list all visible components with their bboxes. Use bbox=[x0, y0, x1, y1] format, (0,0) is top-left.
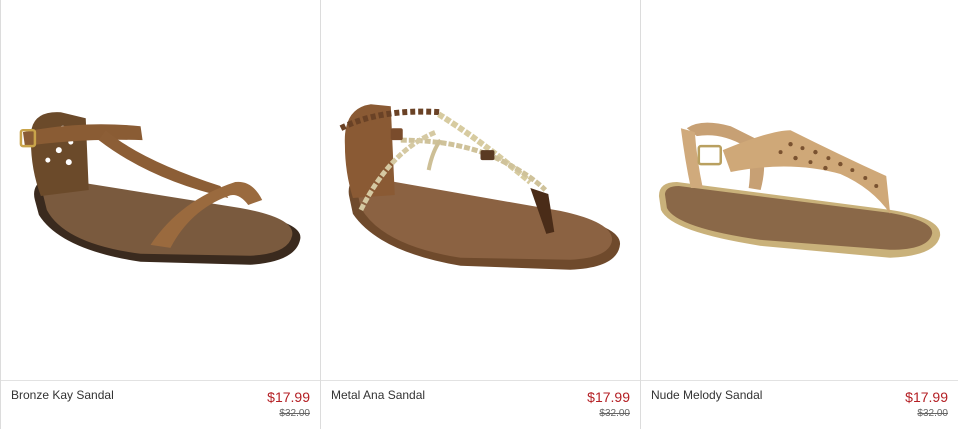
nude-sandal-image bbox=[658, 122, 941, 258]
product-image[interactable] bbox=[1, 0, 320, 380]
product-name[interactable]: Nude Melody Sandal bbox=[651, 388, 762, 402]
sale-price: $17.99 bbox=[905, 389, 948, 405]
product-image[interactable] bbox=[641, 0, 958, 380]
product-image[interactable] bbox=[321, 0, 640, 380]
product-grid: Bronze Kay Sandal $17.99 $32.00 Metal An… bbox=[0, 0, 958, 429]
original-price: $32.00 bbox=[599, 408, 630, 419]
metal-sandal-image bbox=[339, 104, 621, 270]
card-divider bbox=[1, 380, 320, 381]
product-card[interactable]: Nude Melody Sandal $17.99 $32.00 bbox=[640, 0, 958, 429]
card-divider bbox=[321, 380, 640, 381]
product-name[interactable]: Bronze Kay Sandal bbox=[11, 388, 114, 402]
sale-price: $17.99 bbox=[587, 389, 630, 405]
bronze-sandal-image bbox=[19, 112, 301, 265]
original-price: $32.00 bbox=[279, 408, 310, 419]
product-card[interactable]: Metal Ana Sandal $17.99 $32.00 bbox=[320, 0, 640, 429]
original-price: $32.00 bbox=[917, 408, 948, 419]
product-name[interactable]: Metal Ana Sandal bbox=[331, 388, 425, 402]
card-divider bbox=[641, 380, 958, 381]
product-card[interactable]: Bronze Kay Sandal $17.99 $32.00 bbox=[0, 0, 320, 429]
sale-price: $17.99 bbox=[267, 389, 310, 405]
